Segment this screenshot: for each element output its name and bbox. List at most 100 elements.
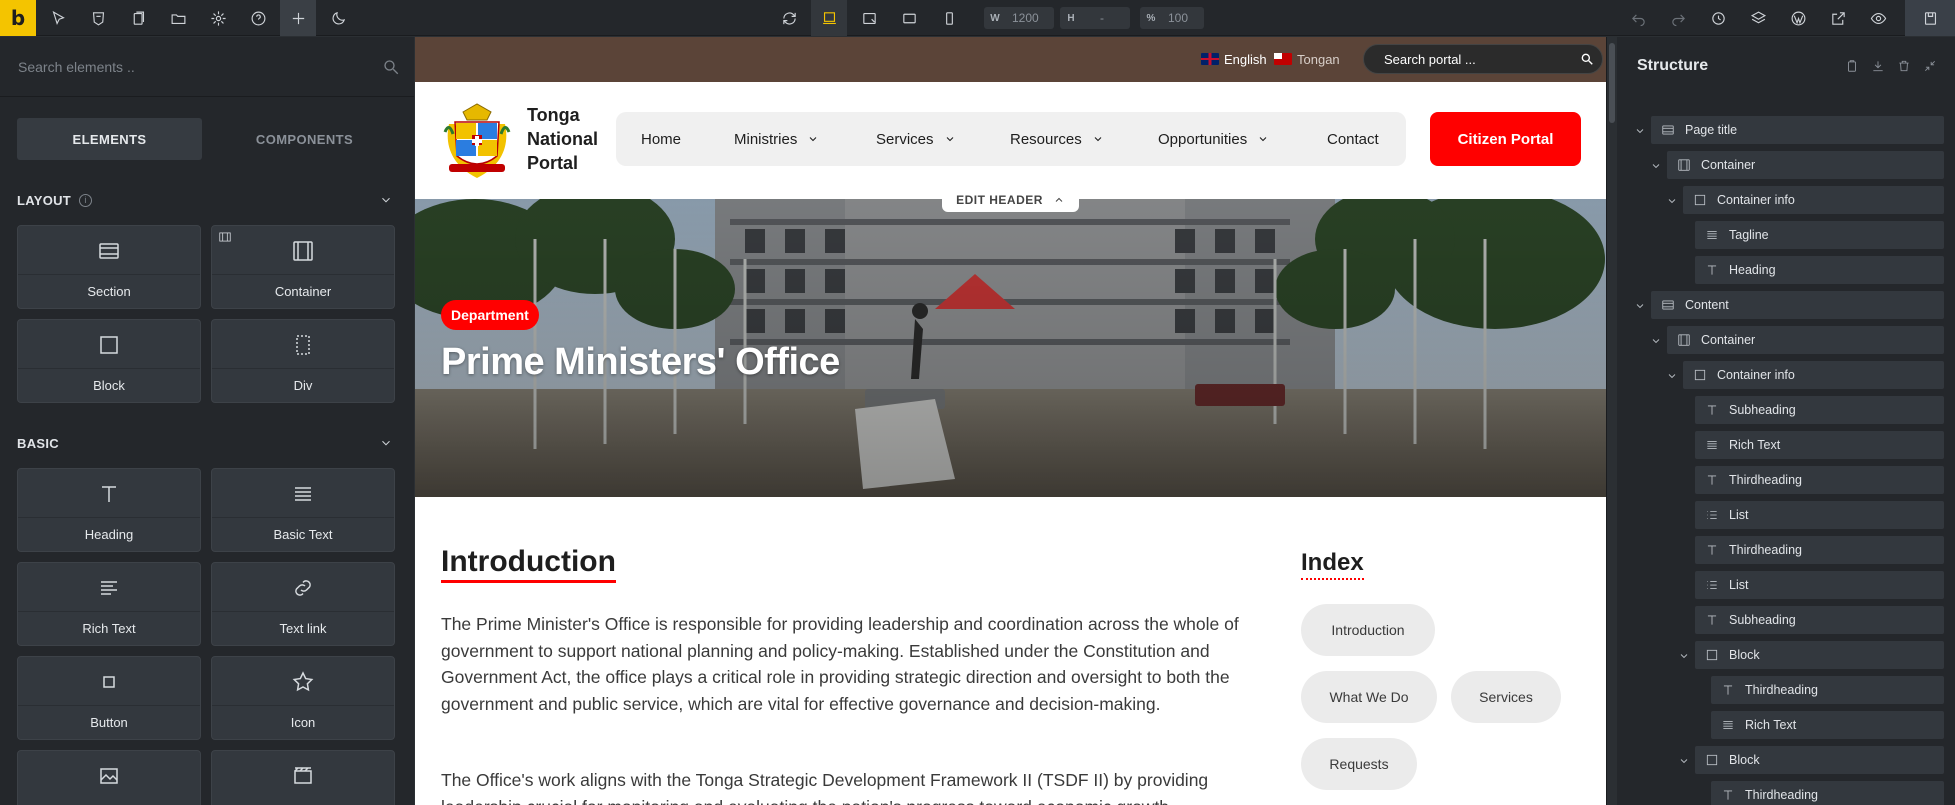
search-icon[interactable] [1580,52,1594,66]
lang-tongan[interactable]: Tongan [1274,51,1340,67]
element-video[interactable] [211,750,395,805]
add-element-icon[interactable] [280,0,316,36]
nav-resources[interactable]: Resources [1010,112,1104,166]
chevron-down-icon[interactable] [1634,299,1646,311]
structure-row[interactable]: Container info [1683,186,1944,214]
element-section[interactable]: Section [17,225,201,309]
layout-section-header[interactable]: LAYOUT i [17,190,397,210]
structure-row[interactable]: Block [1695,746,1944,774]
pages-icon[interactable] [120,0,156,36]
structure-row[interactable]: Subheading [1695,606,1944,634]
structure-row[interactable]: Page title [1651,116,1944,144]
index-link-introduction[interactable]: Introduction [1301,604,1435,656]
collapse-icon[interactable] [1923,59,1937,73]
heading-icon [18,481,200,507]
width-field[interactable]: W 1200 [984,7,1054,29]
chevron-down-icon[interactable] [379,193,393,207]
select-cursor-icon[interactable] [40,0,76,36]
builder-logo[interactable]: b [0,0,36,36]
desktop-device-icon[interactable] [811,0,847,36]
structure-row[interactable]: Rich Text [1695,431,1944,459]
chevron-down-icon[interactable] [1678,754,1690,766]
structure-row[interactable]: Container [1667,151,1944,179]
dark-mode-icon[interactable] [320,0,356,36]
shield-icon[interactable] [80,0,116,36]
lang-english[interactable]: English [1201,51,1267,67]
height-field[interactable]: H- [1060,7,1130,29]
structure-row[interactable]: Content [1651,291,1944,319]
coat-of-arms-logo[interactable] [441,102,513,180]
basic-section-header[interactable]: BASIC [17,433,397,453]
info-icon[interactable]: i [79,193,93,207]
clipboard-icon[interactable] [1845,59,1859,73]
chevron-down-icon[interactable] [379,436,393,450]
structure-row[interactable]: Thirdheading [1695,466,1944,494]
tablet-icon[interactable] [891,0,927,36]
redo-icon[interactable] [1660,0,1696,36]
structure-row[interactable]: Thirdheading [1711,781,1944,805]
site-name[interactable]: Tonga National Portal [527,103,617,175]
citizen-portal-button[interactable]: Citizen Portal [1430,112,1581,166]
structure-row[interactable]: Thirdheading [1711,676,1944,704]
search-icon[interactable] [382,58,400,76]
help-icon[interactable] [240,0,276,36]
edit-header-button[interactable]: EDIT HEADER [942,188,1079,212]
undo-icon[interactable] [1620,0,1656,36]
element-heading[interactable]: Heading [17,468,201,552]
download-icon[interactable] [1871,59,1885,73]
structure-row[interactable]: Block [1695,641,1944,669]
structure-row[interactable]: Subheading [1695,396,1944,424]
search-elements-input[interactable] [0,37,380,97]
preview-eye-icon[interactable] [1860,0,1896,36]
folder-icon[interactable] [160,0,196,36]
element-button[interactable]: Button [17,656,201,740]
portal-search-input[interactable] [1364,45,1564,73]
element-container[interactable]: Container [211,225,395,309]
tablet-landscape-icon[interactable] [851,0,887,36]
structure-row[interactable]: Container [1667,326,1944,354]
nav-home[interactable]: Home [641,112,681,166]
zoom-field[interactable]: % 100 [1140,7,1204,29]
structure-row[interactable]: Tagline [1695,221,1944,249]
chevron-down-icon[interactable] [1650,159,1662,171]
trash-icon[interactable] [1897,59,1911,73]
structure-row[interactable]: Heading [1695,256,1944,284]
nav-contact[interactable]: Contact [1327,112,1379,166]
tab-elements[interactable]: ELEMENTS [17,118,202,160]
structure-row[interactable]: Rich Text [1711,711,1944,739]
chevron-down-icon[interactable] [1678,649,1690,661]
canvas-scrollbar[interactable] [1607,37,1617,805]
tab-components[interactable]: COMPONENTS [212,118,397,160]
chevron-down-icon[interactable] [1666,194,1678,206]
wordpress-icon[interactable] [1780,0,1816,36]
scrollbar-thumb[interactable] [1609,43,1615,123]
index-link-what-we-do[interactable]: What We Do [1301,671,1437,723]
save-icon[interactable] [1905,0,1955,36]
chevron-down-icon[interactable] [1650,334,1662,346]
element-icon[interactable]: Icon [211,656,395,740]
history-icon[interactable] [1700,0,1736,36]
element-basic-text[interactable]: Basic Text [211,468,395,552]
gear-icon[interactable] [200,0,236,36]
intro-paragraph-2: The Office's work aligns with the Tonga … [441,770,1209,805]
nav-services[interactable]: Services [876,112,956,166]
mobile-icon[interactable] [931,0,967,36]
structure-row[interactable]: Thirdheading [1695,536,1944,564]
chevron-down-icon[interactable] [1634,124,1646,136]
element-text-link[interactable]: Text link [211,562,395,646]
nav-opportunities[interactable]: Opportunities [1158,112,1269,166]
structure-row[interactable]: Container info [1683,361,1944,389]
chevron-down-icon[interactable] [1666,369,1678,381]
external-link-icon[interactable] [1820,0,1856,36]
element-div[interactable]: Div [211,319,395,403]
structure-row[interactable]: List [1695,571,1944,599]
layers-icon[interactable] [1740,0,1776,36]
element-rich-text[interactable]: Rich Text [17,562,201,646]
element-block[interactable]: Block [17,319,201,403]
element-image[interactable] [17,750,201,805]
nav-ministries[interactable]: Ministries [734,112,819,166]
structure-row[interactable]: List [1695,501,1944,529]
index-link-services[interactable]: Services [1451,671,1561,723]
refresh-icon[interactable] [771,0,807,36]
index-link-requests[interactable]: Requests [1301,738,1417,790]
